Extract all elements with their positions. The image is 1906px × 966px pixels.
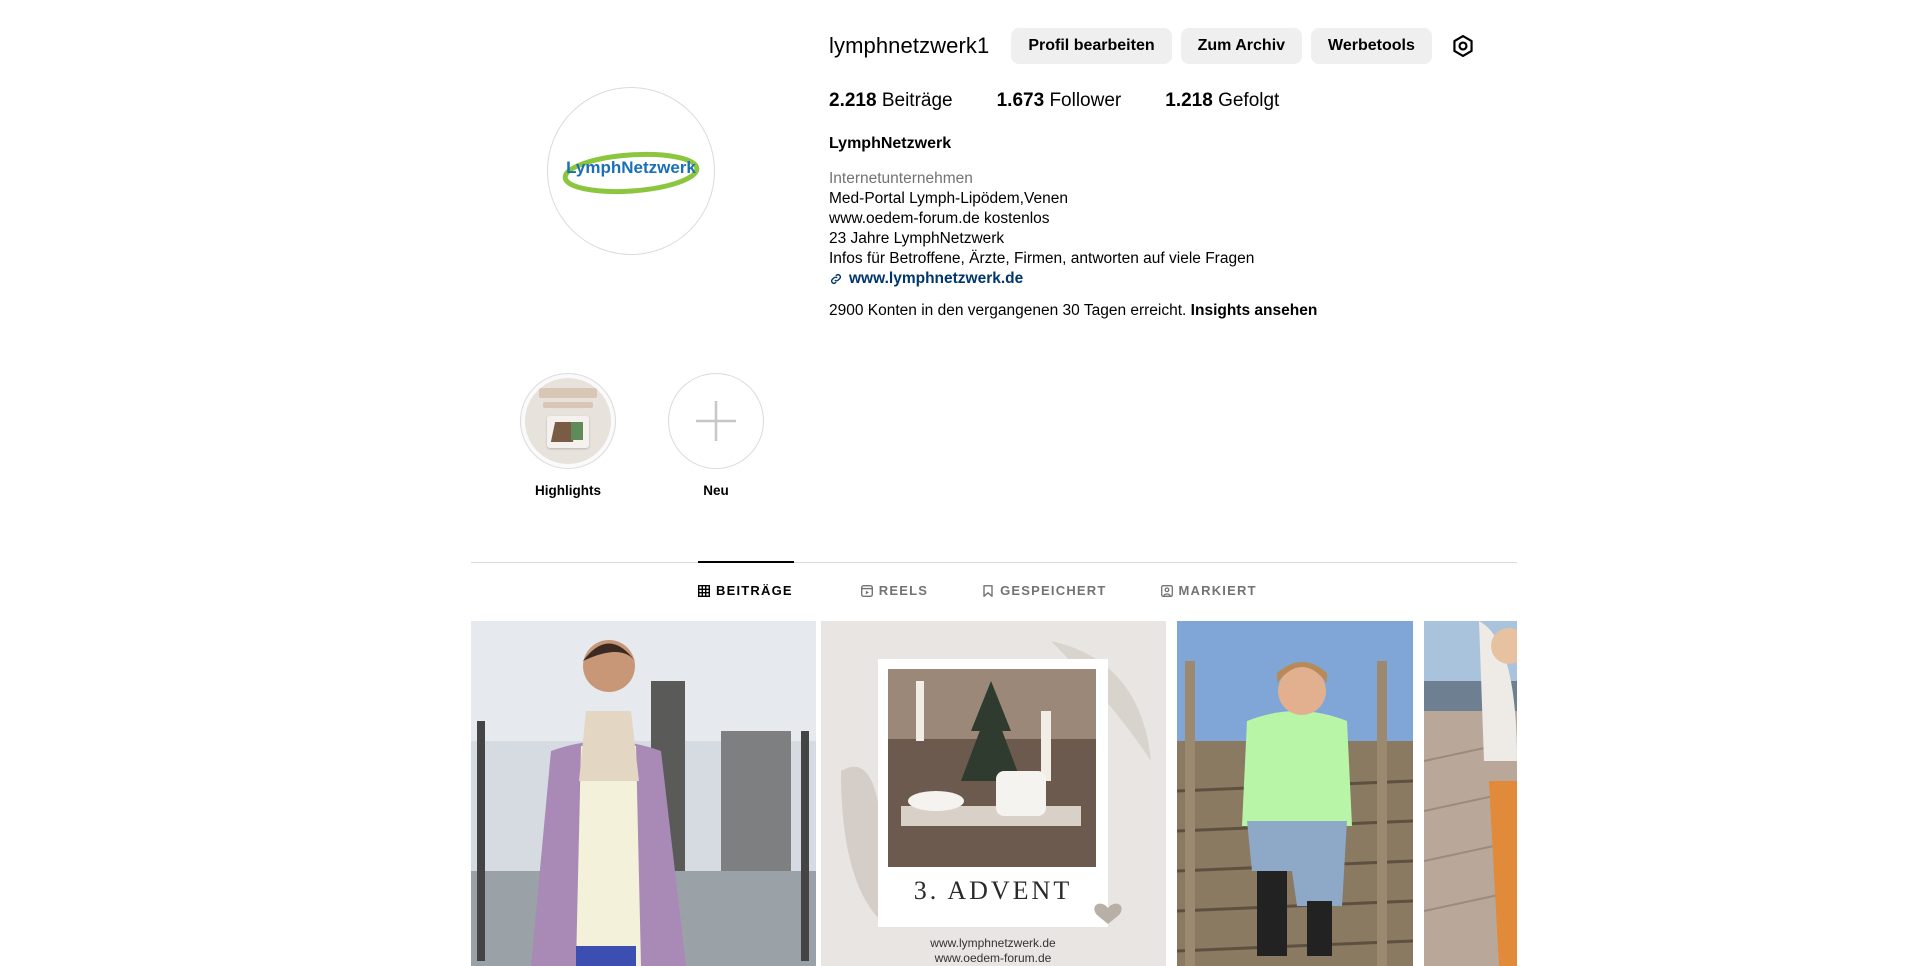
posts-stat: 2.218 Beiträge [829,90,953,112]
edit-profile-button[interactable]: Profil bearbeiten [1011,28,1172,64]
plus-icon [696,401,736,441]
insights-summary: 2900 Konten in den vergangenen 30 Tagen … [829,302,1317,320]
post-tile[interactable]: 3. ADVENT www.lymphnetzwerk.de www.oedem… [821,621,1166,966]
profile-avatar[interactable]: LymphNetzwerk [547,87,715,255]
tab-reels[interactable]: REELS [860,583,929,598]
bio-line: Med-Portal Lymph-Lipödem,Venen [829,190,1068,207]
highlight-thumbnail [525,378,611,464]
highlight-label: Highlights [535,483,601,498]
followers-count: 1.673 [996,90,1045,111]
advent-title: 3. ADVENT [914,876,1072,905]
website-link[interactable]: www.lymphnetzwerk.de [829,269,1254,289]
profile-tabs: BEITRÄGE REELS GESPEICHERT MARKIERT [698,583,1311,598]
new-highlight-label: Neu [703,483,729,498]
profile-page: LymphNetzwerk lymphnetzwerk1 Profil bear… [0,0,1906,966]
tab-label: REELS [878,583,929,598]
tagged-icon [1160,584,1173,597]
followers-label: Follower [1049,90,1122,111]
following-count: 1.218 [1165,90,1213,111]
advent-url-2: www.oedem-forum.de [934,951,1052,965]
post-photo [471,621,816,966]
post-tile[interactable] [471,621,816,966]
category-label: Internetunternehmen [829,170,973,187]
tab-label: MARKIERT [1178,583,1257,598]
bio-line: www.oedem-forum.de kostenlos [829,210,1050,227]
new-highlight-button[interactable] [668,373,764,469]
post-tile[interactable] [1424,621,1517,966]
profile-header: lymphnetzwerk1 Profil bearbeiten Zum Arc… [829,28,1477,64]
bio-line: Infos für Betroffene, Ärzte, Firmen, ant… [829,250,1255,267]
insights-text: 2900 Konten in den vergangenen 30 Tagen … [829,302,1187,319]
tab-label: GESPEICHERT [1000,583,1107,598]
followers-stat[interactable]: 1.673 Follower [997,90,1122,112]
website-link-text[interactable]: www.lymphnetzwerk.de [849,269,1023,289]
following-label: Gefolgt [1218,90,1280,111]
highlight-item[interactable]: Highlights [518,373,618,498]
username: lymphnetzwerk1 [829,33,990,58]
tab-label: BEITRÄGE [716,583,793,598]
tab-tagged[interactable]: MARKIERT [1160,583,1257,598]
archive-button[interactable]: Zum Archiv [1180,28,1303,64]
reels-icon [860,584,873,597]
post-photo [1424,621,1517,966]
lymphnetzwerk-logo: LymphNetzwerk [562,151,700,195]
bio-line: 23 Jahre LymphNetzwerk [829,230,1005,247]
highlight-cover[interactable] [520,373,616,469]
post-advent-card: 3. ADVENT www.lymphnetzwerk.de www.oedem… [821,621,1166,966]
full-name: LymphNetzwerk [829,135,952,152]
post-photo [1177,621,1413,966]
posts-count: 2.218 [829,90,877,111]
insights-link[interactable]: Insights ansehen [1191,302,1318,319]
bookmark-icon [983,584,993,597]
tab-posts[interactable]: BEITRÄGE [698,583,793,598]
following-stat[interactable]: 1.218 Gefolgt [1165,90,1279,112]
active-tab-indicator [698,561,794,563]
advent-url-1: www.lymphnetzwerk.de [929,936,1056,950]
profile-stats: 2.218 Beiträge 1.673 Follower 1.218 Gefo… [829,90,1323,112]
gear-icon[interactable] [1449,32,1477,60]
link-icon [831,274,841,284]
bio: Internetunternehmen Med-Portal Lymph-Lip… [829,169,1254,289]
new-highlight[interactable]: Neu [666,373,766,498]
logo-text: LymphNetzwerk [566,158,696,177]
tab-saved[interactable]: GESPEICHERT [982,583,1106,598]
tabs-divider [471,562,1517,563]
post-tile[interactable] [1177,621,1413,966]
posts-label: Beiträge [881,90,953,111]
grid-icon [698,584,710,597]
ad-tools-button[interactable]: Werbetools [1311,28,1432,64]
